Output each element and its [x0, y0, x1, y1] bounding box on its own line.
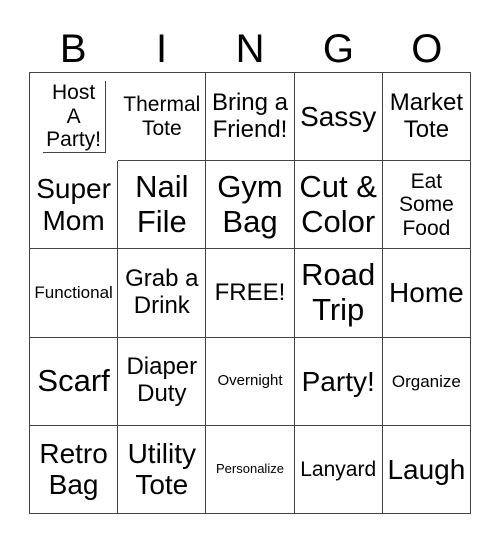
- bingo-cell[interactable]: Scarf: [30, 337, 119, 426]
- bingo-cell[interactable]: Eat Some Food: [382, 161, 471, 250]
- bingo-cell[interactable]: Retro Bag: [30, 425, 119, 514]
- bingo-cell[interactable]: Bring a Friend!: [206, 73, 295, 162]
- bingo-cell[interactable]: Market Tote: [382, 73, 471, 162]
- bingo-header: B I N G O: [29, 26, 471, 72]
- bingo-cell[interactable]: Road Trip: [294, 249, 383, 338]
- header-letter-n: N: [235, 27, 265, 71]
- bingo-cell[interactable]: Personalize: [206, 425, 295, 514]
- header-letter-o: O: [411, 27, 443, 71]
- bingo-free-space[interactable]: FREE!: [206, 249, 295, 338]
- bingo-cell[interactable]: Super Mom: [30, 161, 119, 250]
- header-letter-g: G: [322, 27, 354, 71]
- bingo-cell[interactable]: Thermal Tote: [118, 73, 207, 162]
- bingo-cell[interactable]: Host A Party!: [42, 81, 106, 153]
- header-letter-i: I: [156, 27, 168, 71]
- bingo-cell[interactable]: Organize: [382, 337, 471, 426]
- bingo-cell[interactable]: Nail File: [118, 161, 207, 250]
- bingo-cell[interactable]: Laugh: [382, 425, 471, 514]
- bingo-cell[interactable]: Home: [382, 249, 471, 338]
- bingo-cell[interactable]: Lanyard: [294, 425, 383, 514]
- bingo-cell[interactable]: Sassy: [294, 73, 383, 162]
- bingo-cell[interactable]: Gym Bag: [206, 161, 295, 250]
- bingo-cell[interactable]: Functional: [30, 249, 119, 338]
- bingo-cell[interactable]: Overnight: [206, 337, 295, 426]
- bingo-cell[interactable]: Party!: [294, 337, 383, 426]
- bingo-cell[interactable]: Utility Tote: [118, 425, 207, 514]
- bingo-cell[interactable]: Grab a Drink: [118, 249, 207, 338]
- bingo-board: Host A Party! Thermal Tote Bring a Frien…: [29, 72, 471, 514]
- header-letter-b: B: [59, 27, 87, 71]
- bingo-cell[interactable]: Diaper Duty: [118, 337, 207, 426]
- bingo-cell[interactable]: Cut & Color: [294, 161, 383, 250]
